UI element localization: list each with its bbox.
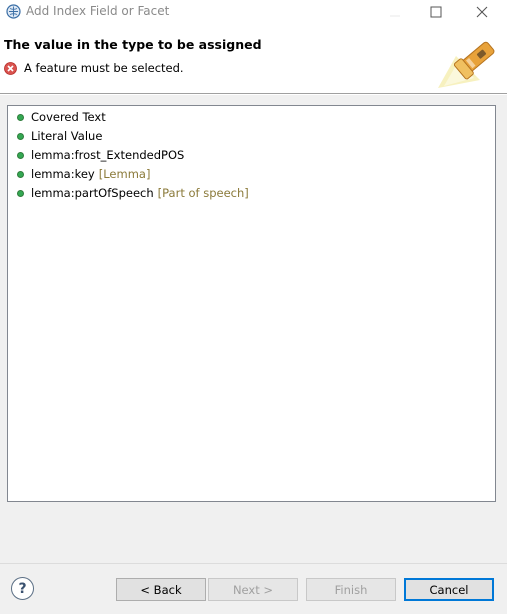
next-button[interactable]: Next >	[208, 578, 298, 601]
flashlight-icon	[438, 41, 495, 88]
list-item-literal-value[interactable]: Literal Value	[17, 127, 102, 145]
maximize-button[interactable]	[416, 0, 456, 24]
green-dot-icon	[17, 189, 24, 197]
green-dot-icon	[17, 151, 24, 159]
close-button[interactable]	[462, 0, 502, 24]
list-item-covered-text[interactable]: Covered Text	[17, 108, 106, 126]
minimize-button[interactable]	[375, 0, 415, 24]
list-item-frost-extendedpos[interactable]: lemma:frost_ExtendedPOS	[17, 146, 184, 164]
green-dot-icon	[17, 132, 24, 140]
window-title: Add Index Field or Facet	[26, 4, 170, 18]
list-item-label: lemma:frost_ExtendedPOS	[31, 148, 185, 162]
list-item-label: Literal Value	[31, 129, 103, 143]
green-dot-icon	[17, 113, 24, 121]
feature-list[interactable]: Covered Text Literal Value lemma:frost_E…	[7, 105, 496, 502]
minimize-icon	[390, 15, 400, 17]
banner-message: A feature must be selected.	[24, 61, 184, 75]
list-item-hint: [Lemma]	[98, 167, 151, 181]
list-item-lemma-key[interactable]: lemma:key [Lemma]	[17, 165, 150, 183]
green-dot-icon	[17, 170, 24, 178]
banner-title: The value in the type to be assigned	[4, 37, 262, 52]
help-icon: ?	[18, 580, 27, 597]
close-icon	[476, 6, 488, 18]
list-item-part-of-speech[interactable]: lemma:partOfSpeech [Part of speech]	[17, 184, 249, 202]
list-item-hint: [Part of speech]	[157, 186, 249, 200]
cancel-button[interactable]: Cancel	[404, 578, 494, 601]
list-item-label: lemma:partOfSpeech	[31, 186, 154, 200]
button-bar-separator	[0, 563, 507, 564]
title-bar: Add Index Field or Facet	[0, 0, 507, 24]
wizard-banner: The value in the type to be assigned A f…	[0, 24, 507, 93]
error-icon	[4, 62, 17, 75]
banner-separator-highlight	[0, 94, 507, 95]
list-item-label: lemma:key	[31, 167, 95, 181]
list-item-label: Covered Text	[31, 110, 106, 124]
back-button[interactable]: < Back	[116, 578, 206, 601]
app-icon	[6, 4, 21, 19]
finish-button[interactable]: Finish	[306, 578, 396, 601]
help-button[interactable]: ?	[11, 577, 34, 600]
maximize-icon	[430, 6, 442, 18]
